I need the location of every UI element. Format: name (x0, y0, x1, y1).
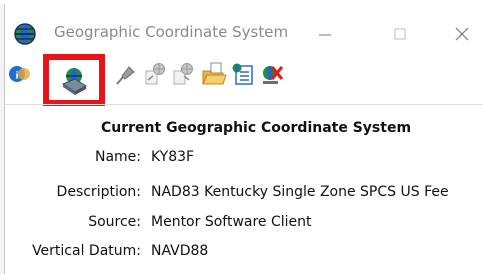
delete-globe-button[interactable] (257, 54, 289, 94)
vertical-datum-value: NAVD88 (151, 243, 209, 259)
globe-export-icon (145, 63, 165, 85)
delete-globe-icon (263, 66, 284, 84)
panel-heading: Current Geographic Coordinate System (101, 120, 412, 136)
pushpin-button[interactable] (111, 54, 143, 94)
field-row-source: Source: Mentor Software Client (5, 214, 483, 236)
info-icon: i (9, 66, 30, 82)
geographic-coordinate-system-window: Geographic Coordinate System i Current G… (4, 4, 483, 274)
minimize-icon (319, 34, 331, 36)
pushpin-icon (116, 66, 135, 85)
globe-database-icon (61, 68, 87, 95)
close-button[interactable] (442, 18, 482, 50)
list-globe-button[interactable] (228, 54, 260, 94)
maximize-icon (394, 28, 406, 40)
description-label: Description: (56, 184, 141, 200)
field-row-name: Name: KY83F (5, 149, 483, 171)
maximize-button[interactable] (380, 18, 420, 50)
open-folder-button[interactable] (198, 54, 230, 94)
toolbar: i (5, 54, 483, 106)
field-row-description: Description: NAD83 Kentucky Single Zone … (5, 184, 483, 206)
field-row-vertical-datum: Vertical Datum: NAVD88 (5, 243, 483, 265)
source-label: Source: (88, 214, 141, 230)
svg-text:i: i (15, 70, 18, 82)
close-icon (455, 27, 469, 41)
globe-import-icon (173, 63, 193, 85)
globe-import-button[interactable] (168, 54, 200, 94)
globe-database-button[interactable] (43, 54, 105, 106)
globe-app-icon (14, 23, 36, 45)
window-title: Geographic Coordinate System (54, 23, 289, 41)
minimize-button[interactable] (305, 18, 345, 50)
vertical-datum-label: Vertical Datum: (32, 243, 141, 259)
list-globe-icon (232, 63, 253, 85)
toolbar-divider (5, 104, 483, 105)
open-folder-icon (202, 62, 227, 85)
info-button[interactable]: i (5, 54, 37, 94)
name-value: KY83F (151, 149, 195, 165)
source-value: Mentor Software Client (151, 214, 312, 230)
title-bar[interactable]: Geographic Coordinate System (5, 4, 483, 54)
description-value: NAD83 Kentucky Single Zone SPCS US Fee (151, 184, 449, 200)
name-label: Name: (94, 149, 141, 165)
